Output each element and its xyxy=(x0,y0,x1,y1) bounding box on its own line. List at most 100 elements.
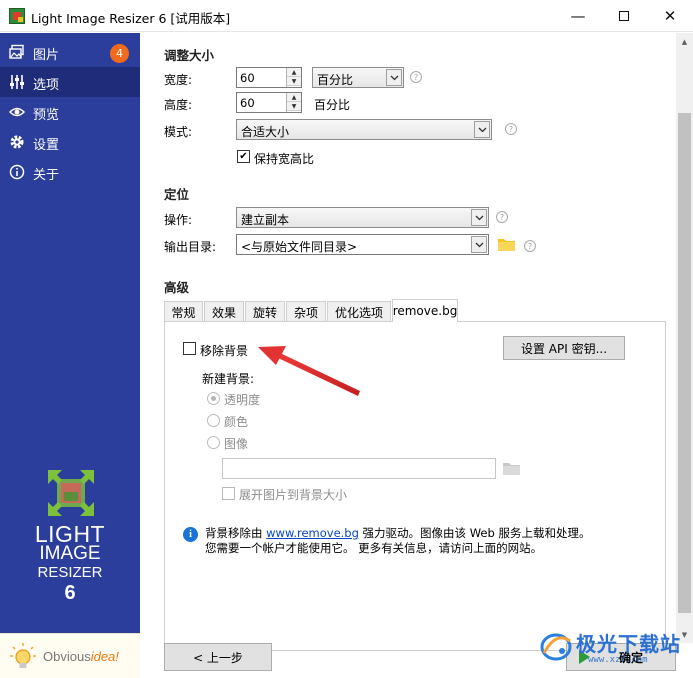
app-logo-icon xyxy=(48,470,94,516)
app-icon xyxy=(9,8,25,24)
sidebar: 图片 4 选项 预览 设置 关于 LIGHT IMAGE RESIZER 6 O… xyxy=(0,33,140,678)
vertical-scrollbar[interactable]: ▲ ▼ xyxy=(676,33,693,643)
keep-ratio-checkbox[interactable]: ✔ xyxy=(237,150,250,163)
logo-text-resizer: RESIZER xyxy=(37,564,103,581)
gear-icon xyxy=(9,134,25,150)
output-dir-label: 输出目录: xyxy=(164,240,217,254)
tab-optimization[interactable]: 优化选项 xyxy=(327,301,391,322)
height-label: 高度: xyxy=(164,98,193,112)
info-icon xyxy=(9,164,25,180)
sidebar-item-label: 关于 xyxy=(33,168,60,183)
mode-value: 合适大小 xyxy=(241,125,290,139)
height-unit: 百分比 xyxy=(314,98,351,112)
remove-bg-link[interactable]: www.remove.bg xyxy=(266,526,359,540)
watermark-text: 极光下载站 xyxy=(576,632,681,656)
sidebar-item-options[interactable]: 选项 xyxy=(0,67,140,97)
action-select[interactable]: 建立副本 xyxy=(236,207,489,228)
pictures-icon xyxy=(9,44,25,60)
brand-bar[interactable]: Obviousidea! xyxy=(0,633,140,678)
width-stepper-arrows[interactable]: ▲ ▼ xyxy=(286,68,301,87)
sidebar-item-label: 图片 xyxy=(33,48,60,63)
brand-name: Obviousidea! xyxy=(43,649,119,664)
sidebar-item-pictures[interactable]: 图片 4 xyxy=(0,37,140,67)
tab-remove-bg[interactable]: remove.bg xyxy=(392,299,458,322)
height-stepper-arrows[interactable]: ▲ ▼ xyxy=(286,93,301,112)
info-text-part: 背景移除由 xyxy=(205,526,267,540)
eye-icon xyxy=(9,104,25,120)
scroll-thumb[interactable] xyxy=(678,113,691,613)
action-label: 操作: xyxy=(164,213,193,227)
stepper-down-icon[interactable]: ▼ xyxy=(287,77,301,86)
background-image-path-input[interactable] xyxy=(222,458,496,479)
height-stepper[interactable]: 60 ▲ ▼ xyxy=(236,92,302,113)
chevron-down-icon xyxy=(471,209,487,226)
width-value: 60 xyxy=(240,71,255,85)
mode-select[interactable]: 合适大小 xyxy=(236,119,492,140)
sidebar-item-settings[interactable]: 设置 xyxy=(0,127,140,157)
close-button[interactable]: ✕ xyxy=(647,0,693,32)
title-bar: Light Image Resizer 6 [试用版本] — ✕ xyxy=(0,0,693,32)
minimize-button[interactable]: — xyxy=(555,0,601,32)
color-radio[interactable] xyxy=(207,414,220,427)
pictures-count-badge: 4 xyxy=(110,44,129,63)
resize-section-title: 调整大小 xyxy=(164,48,215,63)
keep-ratio-label: 保持宽高比 xyxy=(254,152,315,166)
chevron-down-icon xyxy=(471,236,487,253)
lightbulb-icon xyxy=(10,643,36,668)
image-label: 图像 xyxy=(224,437,249,451)
expand-image-checkbox[interactable] xyxy=(222,487,235,500)
transparency-radio[interactable] xyxy=(207,392,220,405)
window-title: Light Image Resizer 6 [试用版本] xyxy=(31,11,231,26)
sliders-icon xyxy=(9,74,25,90)
info-text-part: 强力驱动。图像由该 Web 服务上载和处理。 xyxy=(358,526,591,540)
tab-effects[interactable]: 效果 xyxy=(204,301,244,322)
scroll-up-icon[interactable]: ▲ xyxy=(676,33,693,50)
sidebar-item-label: 设置 xyxy=(33,138,60,153)
folder-icon[interactable] xyxy=(498,238,515,251)
help-icon[interactable]: ? xyxy=(496,211,508,223)
folder-icon[interactable] xyxy=(503,462,520,475)
height-value: 60 xyxy=(240,96,255,110)
brand-name-part1: Obvious xyxy=(43,649,91,664)
chevron-down-icon xyxy=(474,121,490,138)
width-unit-value: 百分比 xyxy=(317,73,354,87)
remove-background-checkbox[interactable] xyxy=(183,342,196,355)
brand-name-part2: idea! xyxy=(90,649,119,664)
help-icon[interactable]: ? xyxy=(410,71,422,83)
help-icon[interactable]: ? xyxy=(505,123,517,135)
sidebar-item-preview[interactable]: 预览 xyxy=(0,97,140,127)
sidebar-item-label: 预览 xyxy=(33,108,60,123)
tab-misc[interactable]: 杂项 xyxy=(286,301,326,322)
watermark-url: www.xz7.com xyxy=(588,655,648,665)
logo-text-image: IMAGE xyxy=(39,543,101,564)
mode-label: 模式: xyxy=(164,125,193,139)
set-api-key-button[interactable]: 设置 API 密钥... xyxy=(503,336,625,360)
sidebar-item-label: 选项 xyxy=(33,78,60,93)
info-icon: i xyxy=(183,527,198,542)
image-radio[interactable] xyxy=(207,436,220,449)
tab-rotate[interactable]: 旋转 xyxy=(245,301,285,322)
stepper-up-icon[interactable]: ▲ xyxy=(287,93,301,102)
output-dir-select[interactable]: <与原始文件同目录> xyxy=(236,234,489,255)
action-value: 建立副本 xyxy=(241,213,290,227)
help-icon[interactable]: ? xyxy=(524,240,536,252)
advanced-section-title: 高级 xyxy=(164,280,190,295)
width-label: 宽度: xyxy=(164,73,193,87)
stepper-down-icon[interactable]: ▼ xyxy=(287,102,301,111)
sidebar-item-about[interactable]: 关于 xyxy=(0,157,140,187)
logo-text-version: 6 xyxy=(64,582,76,604)
maximize-button[interactable] xyxy=(601,0,647,32)
options-panel: 调整大小 宽度: 60 ▲ ▼ 百分比 ? 高度: 60 ▲ ▼ 百分比 模式: 合… xyxy=(140,33,676,678)
color-label: 颜色 xyxy=(224,415,249,429)
maximize-icon xyxy=(619,11,629,21)
width-unit-select[interactable]: 百分比 xyxy=(312,67,404,88)
info-text-line2: 您需要一个帐户才能使用它。 更多有关信息，请访问上面的网站。 xyxy=(205,541,543,555)
position-section-title: 定位 xyxy=(164,187,190,202)
stepper-up-icon[interactable]: ▲ xyxy=(287,68,301,77)
remove-bg-info-text: 背景移除由 www.remove.bg 强力驱动。图像由该 Web 服务上载和处… xyxy=(205,526,590,556)
tab-general[interactable]: 常规 xyxy=(164,301,203,322)
expand-image-label: 展开图片到背景大小 xyxy=(239,488,348,502)
back-button[interactable]: < 上一步 xyxy=(164,643,272,671)
chevron-down-icon xyxy=(386,69,402,86)
width-stepper[interactable]: 60 ▲ ▼ xyxy=(236,67,302,88)
